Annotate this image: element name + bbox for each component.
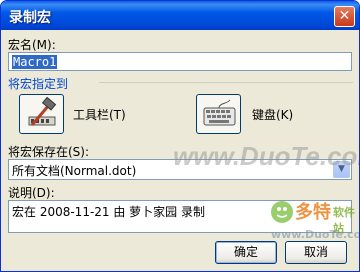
keyboard-button[interactable] <box>196 94 241 134</box>
store-in-value: 所有文档(Normal.dot) <box>12 164 137 178</box>
assign-group-label: 将宏指定到 <box>8 77 69 91</box>
close-button[interactable]: ✕ <box>334 6 355 27</box>
group-divider <box>99 82 353 83</box>
site-logo: 多特 软件站 www.DuoTe.com <box>269 196 359 250</box>
description-value: 宏在 2008-11-21 由 萝卜家园 录制 <box>12 205 205 219</box>
keyboard-icon <box>203 99 236 126</box>
macro-name-input[interactable]: Macro1 <box>8 52 352 71</box>
toolbar-button[interactable] <box>19 94 64 134</box>
title-bar[interactable]: 录制宏 ✕ <box>1 1 359 30</box>
store-in-label: 将宏保存在(S): <box>8 145 90 159</box>
hammer-toolbar-icon <box>28 96 57 126</box>
macro-name-value: Macro1 <box>12 55 58 69</box>
logo-text: 多特 <box>295 202 331 223</box>
ok-button[interactable]: 确定 <box>215 241 277 264</box>
keyboard-label: 键盘(K) <box>252 108 294 122</box>
window-title: 录制宏 <box>9 10 51 26</box>
toolbar-label: 工具栏(T) <box>73 108 126 122</box>
macro-name-label: 宏名(M): <box>8 38 56 52</box>
close-icon: ✕ <box>338 8 351 24</box>
watermark-text: www.DuoTe.com <box>173 141 360 171</box>
logo-site: www.DuoTe.com <box>271 228 359 241</box>
description-label: 说明(D): <box>8 186 55 200</box>
record-macro-dialog: 录制宏 ✕ 宏名(M): Macro1 将宏指定到 工具栏(T) 键盘(K) 将… <box>0 0 360 272</box>
